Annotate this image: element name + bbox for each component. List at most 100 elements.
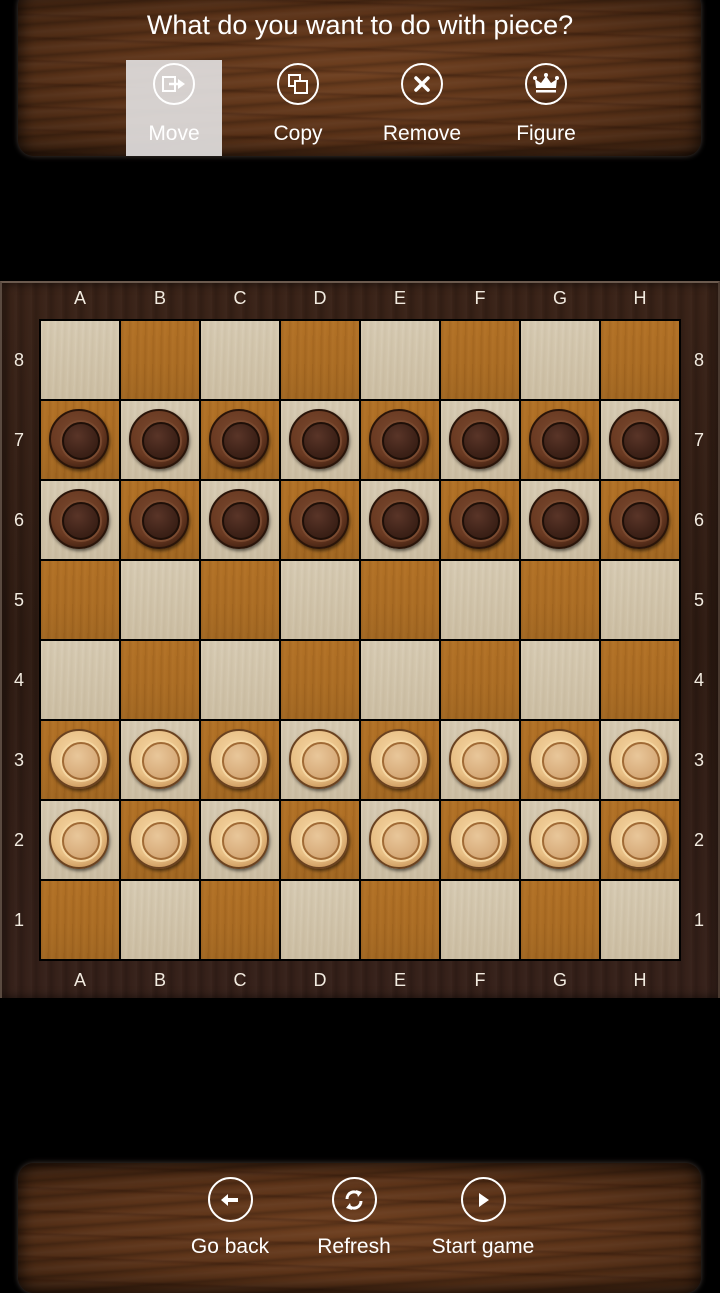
square-h3[interactable]: [600, 720, 680, 800]
light-checker-piece[interactable]: [529, 809, 589, 869]
square-g8[interactable]: [520, 320, 600, 400]
dark-checker-piece[interactable]: [289, 409, 349, 469]
dark-checker-piece[interactable]: [289, 489, 349, 549]
square-e2[interactable]: [360, 800, 440, 880]
square-a5[interactable]: [40, 560, 120, 640]
dark-checker-piece[interactable]: [609, 489, 669, 549]
square-c6[interactable]: [200, 480, 280, 560]
square-g2[interactable]: [520, 800, 600, 880]
light-checker-piece[interactable]: [529, 729, 589, 789]
square-e3[interactable]: [360, 720, 440, 800]
square-b7[interactable]: [120, 400, 200, 480]
square-h4[interactable]: [600, 640, 680, 720]
square-g7[interactable]: [520, 400, 600, 480]
light-checker-piece[interactable]: [449, 729, 509, 789]
light-checker-piece[interactable]: [129, 809, 189, 869]
light-checker-piece[interactable]: [449, 809, 509, 869]
square-g4[interactable]: [520, 640, 600, 720]
light-checker-piece[interactable]: [49, 809, 109, 869]
square-d4[interactable]: [280, 640, 360, 720]
square-e5[interactable]: [360, 560, 440, 640]
square-c3[interactable]: [200, 720, 280, 800]
square-b3[interactable]: [120, 720, 200, 800]
square-e4[interactable]: [360, 640, 440, 720]
square-h1[interactable]: [600, 880, 680, 960]
square-f2[interactable]: [440, 800, 520, 880]
square-d6[interactable]: [280, 480, 360, 560]
square-g6[interactable]: [520, 480, 600, 560]
dark-checker-piece[interactable]: [369, 489, 429, 549]
remove-button[interactable]: Remove: [374, 60, 470, 156]
square-g1[interactable]: [520, 880, 600, 960]
square-b6[interactable]: [120, 480, 200, 560]
square-f7[interactable]: [440, 400, 520, 480]
light-checker-piece[interactable]: [609, 809, 669, 869]
dark-checker-piece[interactable]: [529, 409, 589, 469]
light-checker-piece[interactable]: [369, 729, 429, 789]
square-d2[interactable]: [280, 800, 360, 880]
light-checker-piece[interactable]: [49, 729, 109, 789]
square-f5[interactable]: [440, 560, 520, 640]
square-h8[interactable]: [600, 320, 680, 400]
square-f1[interactable]: [440, 880, 520, 960]
square-b2[interactable]: [120, 800, 200, 880]
light-checker-piece[interactable]: [289, 729, 349, 789]
square-g5[interactable]: [520, 560, 600, 640]
copy-button[interactable]: Copy: [250, 60, 346, 156]
dark-checker-piece[interactable]: [449, 489, 509, 549]
square-a3[interactable]: [40, 720, 120, 800]
go-back-button[interactable]: Go back: [180, 1177, 280, 1259]
square-d7[interactable]: [280, 400, 360, 480]
square-c2[interactable]: [200, 800, 280, 880]
square-c4[interactable]: [200, 640, 280, 720]
square-c8[interactable]: [200, 320, 280, 400]
square-b5[interactable]: [120, 560, 200, 640]
square-e8[interactable]: [360, 320, 440, 400]
square-a4[interactable]: [40, 640, 120, 720]
square-c5[interactable]: [200, 560, 280, 640]
square-h6[interactable]: [600, 480, 680, 560]
square-a1[interactable]: [40, 880, 120, 960]
dark-checker-piece[interactable]: [129, 489, 189, 549]
square-f4[interactable]: [440, 640, 520, 720]
square-c7[interactable]: [200, 400, 280, 480]
dark-checker-piece[interactable]: [129, 409, 189, 469]
square-a6[interactable]: [40, 480, 120, 560]
square-d1[interactable]: [280, 880, 360, 960]
start-game-button[interactable]: Start game: [423, 1177, 543, 1259]
dark-checker-piece[interactable]: [49, 489, 109, 549]
square-f6[interactable]: [440, 480, 520, 560]
figure-button[interactable]: Figure: [498, 60, 594, 156]
dark-checker-piece[interactable]: [449, 409, 509, 469]
square-f8[interactable]: [440, 320, 520, 400]
dark-checker-piece[interactable]: [209, 409, 269, 469]
square-b4[interactable]: [120, 640, 200, 720]
light-checker-piece[interactable]: [129, 729, 189, 789]
move-button[interactable]: Move: [126, 60, 222, 156]
square-e6[interactable]: [360, 480, 440, 560]
refresh-button[interactable]: Refresh: [304, 1177, 404, 1259]
dark-checker-piece[interactable]: [369, 409, 429, 469]
light-checker-piece[interactable]: [209, 729, 269, 789]
dark-checker-piece[interactable]: [49, 409, 109, 469]
square-d8[interactable]: [280, 320, 360, 400]
dark-checker-piece[interactable]: [529, 489, 589, 549]
square-b1[interactable]: [120, 880, 200, 960]
square-a7[interactable]: [40, 400, 120, 480]
square-d3[interactable]: [280, 720, 360, 800]
square-c1[interactable]: [200, 880, 280, 960]
square-f3[interactable]: [440, 720, 520, 800]
light-checker-piece[interactable]: [289, 809, 349, 869]
light-checker-piece[interactable]: [609, 729, 669, 789]
light-checker-piece[interactable]: [209, 809, 269, 869]
dark-checker-piece[interactable]: [209, 489, 269, 549]
square-h7[interactable]: [600, 400, 680, 480]
square-b8[interactable]: [120, 320, 200, 400]
square-a2[interactable]: [40, 800, 120, 880]
light-checker-piece[interactable]: [369, 809, 429, 869]
square-a8[interactable]: [40, 320, 120, 400]
square-d5[interactable]: [280, 560, 360, 640]
square-e1[interactable]: [360, 880, 440, 960]
square-e7[interactable]: [360, 400, 440, 480]
square-h2[interactable]: [600, 800, 680, 880]
